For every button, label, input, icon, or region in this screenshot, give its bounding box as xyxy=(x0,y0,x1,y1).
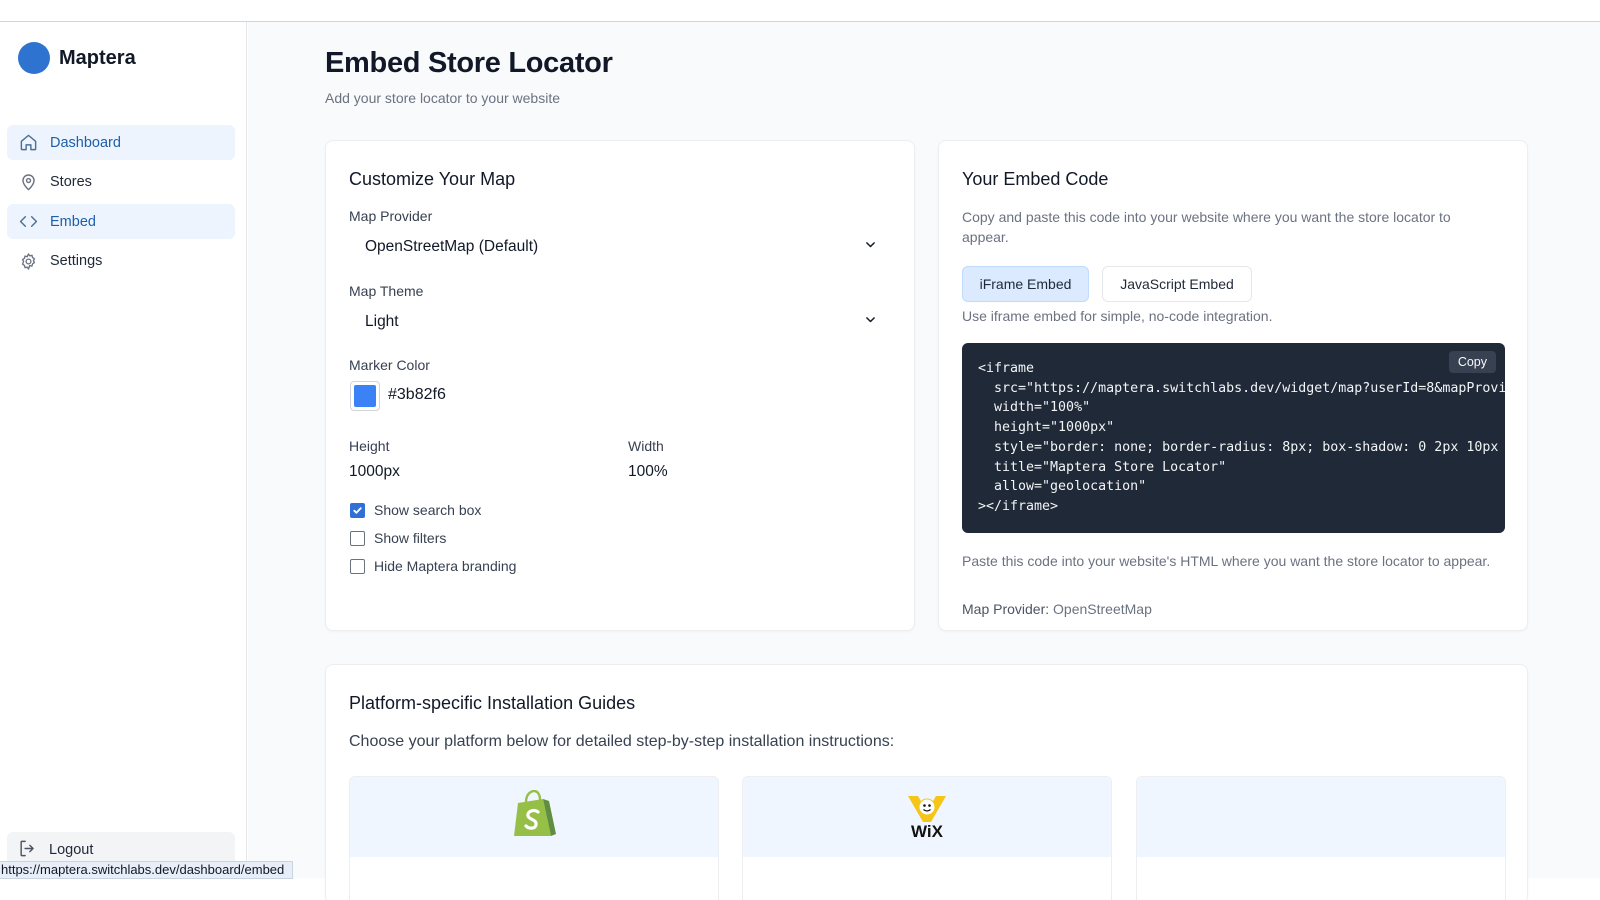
embed-code-text: <iframe src="https://maptera.switchlabs.… xyxy=(978,361,1505,514)
gear-icon xyxy=(18,251,38,271)
tab-iframe-embed[interactable]: iFrame Embed xyxy=(962,266,1089,302)
width-input[interactable]: 100% xyxy=(628,463,668,481)
sidebar-item-label: Embed xyxy=(50,213,96,230)
logout-icon xyxy=(18,839,37,862)
tab-hint: Use iframe embed for simple, no-code int… xyxy=(962,308,1273,324)
copy-button[interactable]: Copy xyxy=(1448,351,1496,373)
main-content: Embed Store Locator Add your store locat… xyxy=(248,22,1600,900)
brand-name: Maptera xyxy=(59,46,136,69)
marker-color-value[interactable]: #3b82f6 xyxy=(388,386,446,404)
brand[interactable]: Maptera xyxy=(18,42,136,74)
browser-top-bar xyxy=(0,0,1600,22)
embed-code-card: Your Embed Code Copy and paste this code… xyxy=(938,140,1528,631)
platform-card-wix[interactable]: WiX xyxy=(742,776,1112,900)
brand-logo-icon xyxy=(18,42,50,74)
width-label: Width xyxy=(628,438,664,454)
guides-subtitle: Choose your platform below for detailed … xyxy=(349,733,895,750)
home-icon xyxy=(18,133,38,153)
sidebar-item-label: Settings xyxy=(50,253,103,269)
show-filters-option[interactable]: Show filters xyxy=(350,530,446,546)
code-icon xyxy=(18,212,38,232)
customize-map-card: Customize Your Map Map Provider OpenStre… xyxy=(325,140,915,631)
sidebar-item-dashboard[interactable]: Dashboard xyxy=(7,125,235,160)
installation-guides-card: Platform-specific Installation Guides Ch… xyxy=(325,664,1528,900)
embed-description: Copy and paste this code into your websi… xyxy=(962,209,1451,245)
page-subtitle: Add your store locator to your website xyxy=(325,90,561,106)
shopify-logo-icon xyxy=(512,789,556,845)
wix-logo-icon: WiX xyxy=(906,794,948,840)
platform-card-third[interactable] xyxy=(1136,776,1506,900)
paste-note: Paste this code into your website's HTML… xyxy=(962,553,1491,569)
guides-card-title: Platform-specific Installation Guides xyxy=(349,693,636,713)
hide-branding-option[interactable]: Hide Maptera branding xyxy=(350,558,516,574)
checkbox-label: Hide Maptera branding xyxy=(374,558,517,574)
map-theme-label: Map Theme xyxy=(349,283,424,299)
sidebar-nav: Dashboard Stores Embed Settings xyxy=(7,125,235,283)
show-search-box-checkbox[interactable] xyxy=(350,502,365,518)
map-provider-value: OpenStreetMap (Default) xyxy=(365,238,539,255)
map-theme-select[interactable]: Light xyxy=(349,305,894,339)
checkbox-label: Show search box xyxy=(374,502,482,518)
customize-card-title: Customize Your Map xyxy=(349,169,516,189)
sidebar-item-label: Stores xyxy=(50,174,92,190)
sidebar-item-embed[interactable]: Embed xyxy=(7,204,235,239)
height-label: Height xyxy=(349,438,390,454)
link-status-url: https://maptera.switchlabs.dev/dashboard… xyxy=(0,861,294,879)
logout-label: Logout xyxy=(49,842,94,858)
map-provider-key: Map Provider: xyxy=(962,601,1050,617)
map-provider-summary-value: OpenStreetMap xyxy=(1053,601,1152,617)
sidebar-item-settings[interactable]: Settings xyxy=(7,244,235,279)
map-provider-select[interactable]: OpenStreetMap (Default) xyxy=(349,230,894,264)
page-title: Embed Store Locator xyxy=(325,47,613,79)
map-provider-summary: Map Provider: OpenStreetMap xyxy=(962,601,1152,617)
sidebar-item-label: Dashboard xyxy=(50,134,121,151)
embed-card-title: Your Embed Code xyxy=(962,169,1109,189)
platform-card-shopify[interactable] xyxy=(349,776,719,900)
marker-color-swatch[interactable] xyxy=(350,381,380,411)
chevron-down-icon xyxy=(864,313,877,331)
map-pin-icon xyxy=(18,172,38,192)
sidebar: Maptera Dashboard Stores Embed Settings xyxy=(0,22,247,878)
show-filters-checkbox[interactable] xyxy=(350,530,365,546)
hide-branding-checkbox[interactable] xyxy=(350,558,365,574)
tab-javascript-embed[interactable]: JavaScript Embed xyxy=(1102,266,1252,302)
marker-color-label: Marker Color xyxy=(349,357,430,373)
chevron-down-icon xyxy=(864,238,877,256)
embed-code-block[interactable]: <iframe src="https://maptera.switchlabs.… xyxy=(962,343,1505,533)
map-provider-label: Map Provider xyxy=(349,208,433,224)
height-input[interactable]: 1000px xyxy=(349,463,400,481)
wix-logo-text: WiX xyxy=(911,822,943,841)
sidebar-item-stores[interactable]: Stores xyxy=(7,165,235,200)
map-theme-value: Light xyxy=(365,313,399,330)
show-search-box-option[interactable]: Show search box xyxy=(350,502,481,518)
checkbox-label: Show filters xyxy=(374,530,447,546)
